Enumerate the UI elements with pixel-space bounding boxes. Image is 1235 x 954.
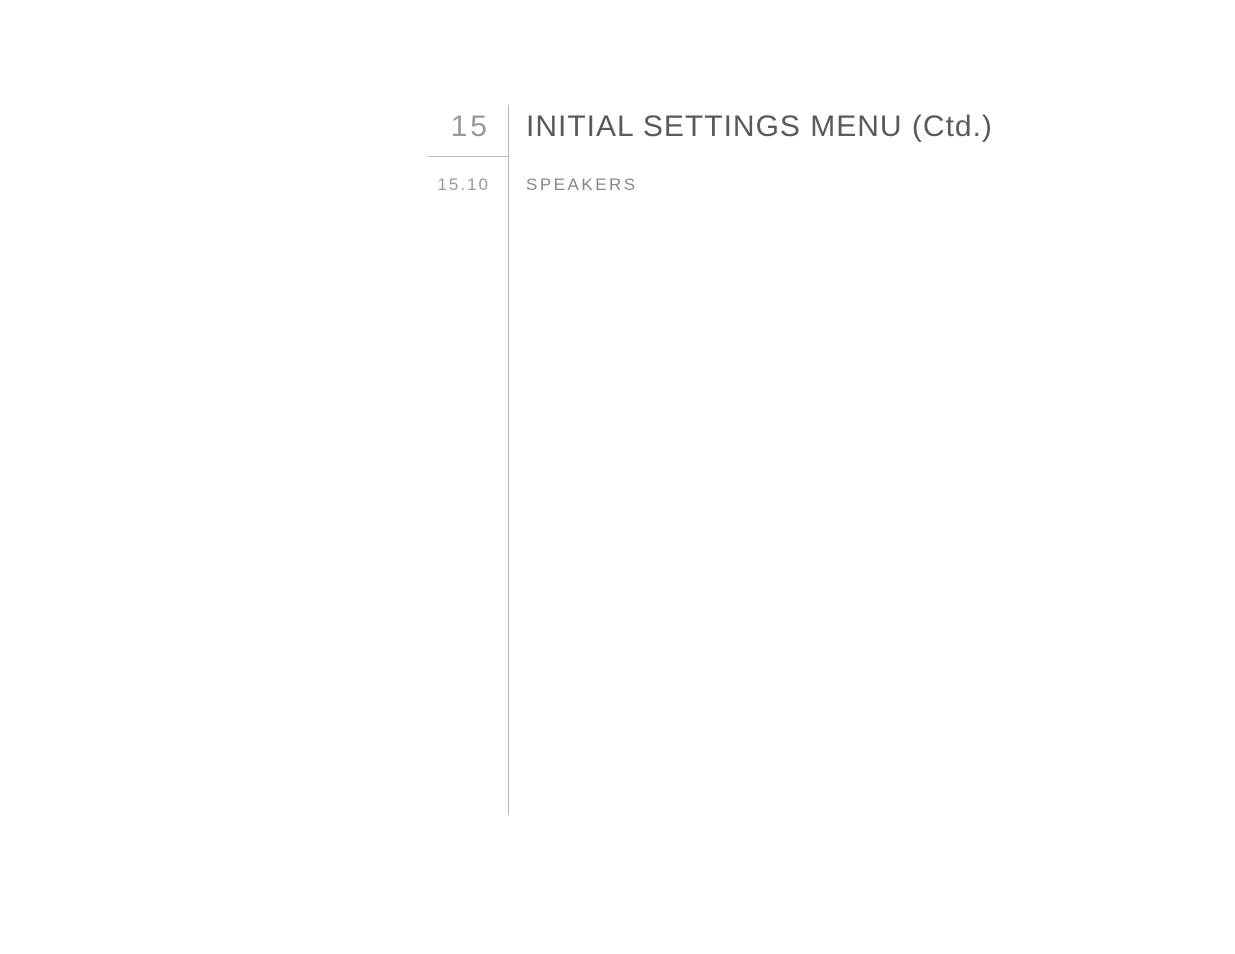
section-header: 15 INITIAL SETTINGS MENU (Ctd.) — [428, 110, 993, 144]
section-title: INITIAL SETTINGS MENU (Ctd.) — [508, 110, 993, 144]
vertical-divider — [508, 105, 509, 815]
subsection-row: 15.10 SPEAKERS — [428, 175, 993, 195]
subsection-number: 15.10 — [428, 175, 508, 195]
horizontal-divider — [428, 156, 508, 157]
subsection-title: SPEAKERS — [508, 175, 638, 195]
section-number: 15 — [428, 110, 508, 144]
document-page: 15 INITIAL SETTINGS MENU (Ctd.) 15.10 SP… — [428, 110, 993, 195]
